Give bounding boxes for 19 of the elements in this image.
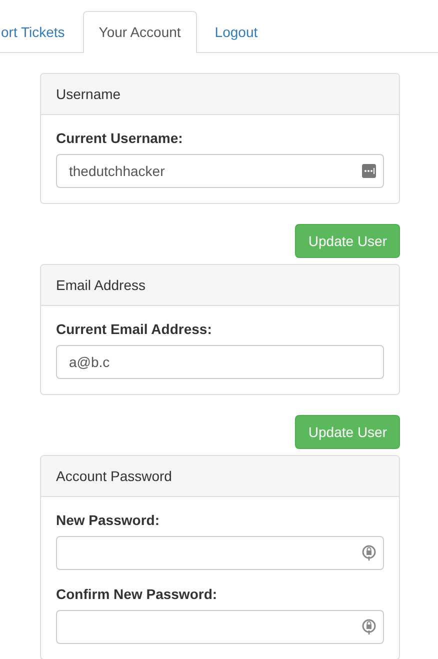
input-field[interactable]: a@b.c: [56, 345, 384, 379]
input-field[interactable]: [56, 610, 384, 644]
field-label: Confirm New Password:: [56, 586, 218, 602]
lock-icon[interactable]: [362, 544, 376, 562]
field-label: New Password:: [56, 512, 160, 528]
dots-icon[interactable]: [362, 164, 376, 178]
panel-title: Email Address: [56, 277, 146, 293]
panel-title: Username: [56, 86, 121, 102]
field-label: Current Email Address:: [56, 321, 213, 337]
tab[interactable]: ort Tickets: [0, 11, 81, 52]
field-label: Current Username:: [56, 130, 184, 146]
update-button[interactable]: Update User: [295, 224, 400, 258]
update-button[interactable]: Update User: [295, 415, 400, 449]
lock-icon[interactable]: [362, 618, 376, 636]
tab[interactable]: Logout: [198, 11, 274, 52]
tab[interactable]: Your Account: [82, 11, 197, 53]
input-field[interactable]: thedutchhacker: [56, 154, 384, 188]
panel-title: Account Password: [56, 468, 172, 484]
input-field[interactable]: [56, 536, 384, 570]
